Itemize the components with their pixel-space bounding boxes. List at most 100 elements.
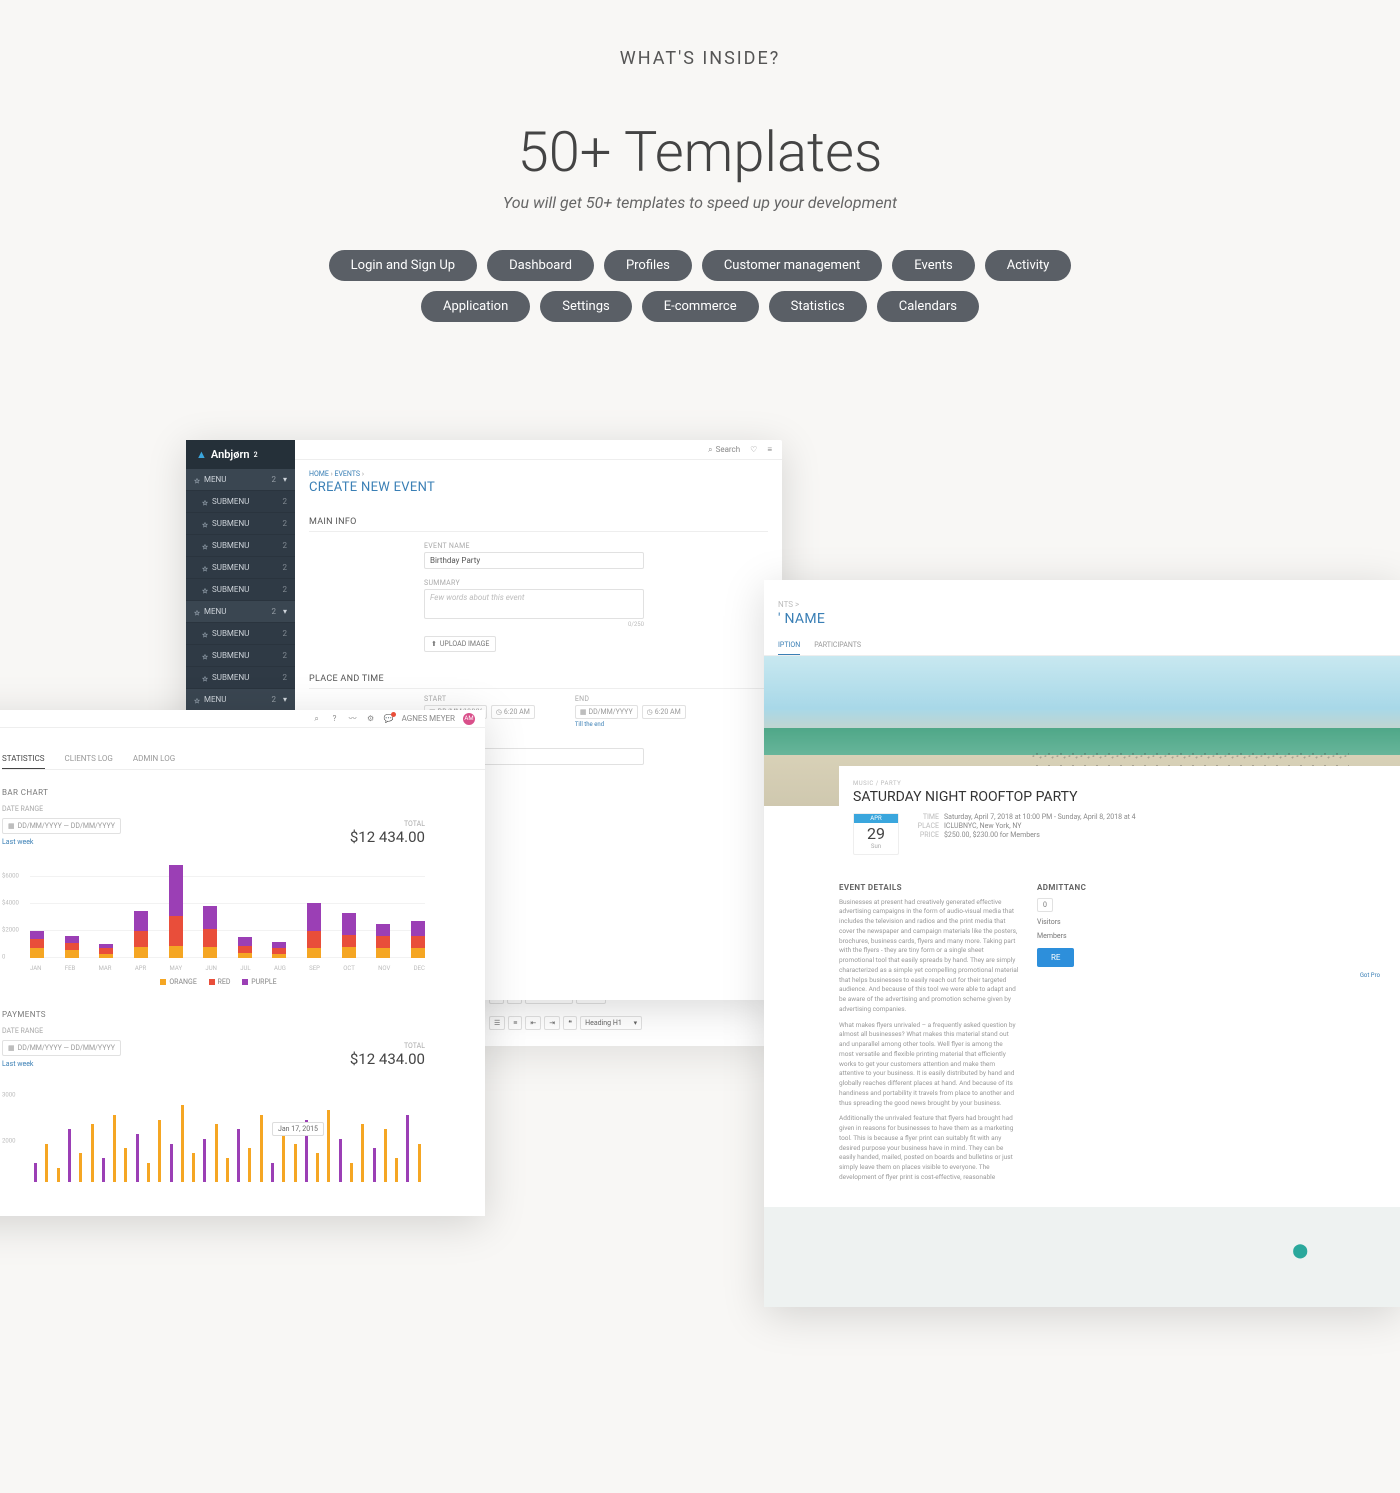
submenu-item[interactable]: SUBMENU2: [186, 645, 295, 667]
calendar-icon: ▦: [580, 708, 587, 716]
date-badge: APR 29 Sun: [853, 813, 899, 855]
tab-participants[interactable]: PARTICIPANTS: [814, 641, 861, 655]
start-time-input[interactable]: ◷6:20 AM: [491, 705, 535, 719]
tabs: STATISTICS CLIENTS LOG ADMIN LOG: [2, 728, 485, 770]
end-date-input[interactable]: ▦DD/MM/YYYY: [575, 705, 638, 719]
qty-stepper[interactable]: 0: [1037, 898, 1053, 912]
bar-chart-title: BAR CHART: [2, 788, 485, 797]
star-icon: [194, 477, 200, 483]
chat-icon[interactable]: 💬: [384, 714, 394, 724]
tab-admin-log[interactable]: ADMIN LOG: [133, 754, 175, 769]
crumb-home[interactable]: HOME: [309, 470, 329, 478]
star-icon: [202, 565, 208, 571]
search-input[interactable]: ⌕Search: [708, 445, 740, 455]
star-icon: [194, 697, 200, 703]
details-paragraph: Additionally the unrivaled feature that …: [839, 1114, 1019, 1182]
brand: ▲ Anbjørn2: [186, 440, 295, 469]
pill-ecommerce[interactable]: E-commerce: [642, 291, 759, 322]
clock-icon: ◷: [647, 708, 653, 716]
summary-label: SUMMARY: [424, 579, 768, 587]
logo-icon: ▲: [196, 448, 207, 461]
pill-profiles[interactable]: Profiles: [604, 250, 692, 281]
legend: ORANGE RED PURPLE: [2, 978, 485, 986]
pill-statistics[interactable]: Statistics: [769, 291, 867, 322]
star-icon: [202, 543, 208, 549]
submenu-item[interactable]: SUBMENU2: [186, 579, 295, 601]
clock-icon: ◷: [496, 708, 502, 716]
quote-icon[interactable]: ❝: [563, 1016, 577, 1030]
list-ul-icon[interactable]: ☰: [489, 1016, 505, 1030]
submenu-item[interactable]: SUBMENU2: [186, 491, 295, 513]
pill-activity[interactable]: Activity: [985, 250, 1072, 281]
outdent-icon[interactable]: ⇤: [525, 1016, 541, 1030]
pill-calendars[interactable]: Calendars: [877, 291, 979, 322]
payments-chart: 3000 2000 Jan 17, 2015: [2, 1086, 485, 1196]
bell-icon[interactable]: ♡: [750, 445, 757, 454]
register-button[interactable]: RE: [1037, 948, 1074, 967]
pill-login[interactable]: Login and Sign Up: [329, 250, 477, 281]
submenu-item[interactable]: SUBMENU2: [186, 557, 295, 579]
submenu-item[interactable]: SUBMENU2: [186, 513, 295, 535]
star-icon: [202, 521, 208, 527]
crumb-events[interactable]: EVENTS: [334, 470, 360, 478]
calendar-icon: ▦: [8, 1044, 15, 1052]
section-main-info: MAIN INFO: [309, 517, 768, 527]
legend-swatch-purple: [242, 979, 248, 985]
pill-dashboard[interactable]: Dashboard: [487, 250, 594, 281]
search-icon[interactable]: ⌕: [312, 714, 322, 724]
admittance-label: Visitors: [1037, 918, 1061, 926]
pill-application[interactable]: Application: [421, 291, 530, 322]
submenu-item[interactable]: SUBMENU2: [186, 667, 295, 689]
event-title: SATURDAY NIGHT ROOFTOP PARTY: [853, 789, 1386, 805]
activity-icon[interactable]: 〰: [348, 714, 358, 724]
menu-group[interactable]: MENU2▾: [186, 689, 295, 711]
help-icon[interactable]: ?: [330, 714, 340, 724]
map-pin-icon: ⬤: [1292, 1243, 1308, 1259]
chevron-down-icon: ▾: [283, 607, 287, 616]
calendar-icon: ▦: [8, 822, 15, 830]
pill-customer[interactable]: Customer management: [702, 250, 882, 281]
date-range-input[interactable]: ▦DD/MM/YYYY — DD/MM/YYYY: [2, 1040, 121, 1056]
star-icon: [202, 675, 208, 681]
mockup-statistics: ⌕ ? 〰 ⚙ 💬 AGNES MEYER AM STATISTICS CLIE…: [0, 710, 485, 1216]
legend-swatch-orange: [160, 979, 166, 985]
list-ol-icon[interactable]: ≡: [508, 1016, 522, 1030]
menu-group[interactable]: MENU2▾: [186, 469, 295, 491]
star-icon: [202, 653, 208, 659]
date-range-input[interactable]: ▦DD/MM/YYYY — DD/MM/YYYY: [2, 818, 121, 834]
gear-icon[interactable]: ⚙: [366, 714, 376, 724]
submenu-item[interactable]: SUBMENU2: [186, 623, 295, 645]
promo-link[interactable]: Got Pro: [1037, 972, 1400, 979]
tab-statistics[interactable]: STATISTICS: [2, 754, 45, 769]
map[interactable]: ⬤: [764, 1207, 1400, 1307]
menu-group[interactable]: MENU2▾: [186, 601, 295, 623]
till-end-link[interactable]: Till the end: [575, 721, 686, 728]
event-meta: TIMESaturday, April 7, 2018 at 10:00 PM …: [911, 813, 1136, 855]
tab-description[interactable]: IPTION: [778, 641, 800, 655]
upload-button[interactable]: ⬆UPLOAD IMAGE: [424, 636, 496, 652]
star-icon: [202, 587, 208, 593]
tab-clients-log[interactable]: CLIENTS LOG: [65, 754, 113, 769]
pill-row: Login and Sign Up Dashboard Profiles Cus…: [270, 250, 1130, 322]
admittance-label: Members: [1037, 932, 1067, 940]
details-paragraph: Businesses at present had creatively gen…: [839, 898, 1019, 1015]
submenu-item[interactable]: SUBMENU2: [186, 535, 295, 557]
menu-icon[interactable]: ≡: [767, 445, 772, 454]
upload-icon: ⬆: [431, 640, 437, 648]
pill-events[interactable]: Events: [892, 250, 974, 281]
admittance-heading: ADMITTANC: [1037, 883, 1400, 892]
summary-textarea[interactable]: Few words about this event: [424, 589, 644, 619]
subtitle: You will get 50+ templates to speed up y…: [0, 193, 1400, 212]
pill-settings[interactable]: Settings: [540, 291, 631, 322]
chevron-down-icon: ▾: [283, 475, 287, 484]
event-name-label: EVENT NAME: [424, 542, 768, 550]
search-icon: ⌕: [708, 445, 712, 455]
bar-chart: 0$2000$4000$6000JANFEBMARAPRMAYJUNJULAUG…: [2, 862, 485, 972]
admittance-row: 0: [1037, 898, 1400, 912]
avatar[interactable]: AM: [463, 713, 475, 725]
heading-select[interactable]: Heading H1▾: [580, 1016, 642, 1030]
indent-icon[interactable]: ⇥: [544, 1016, 560, 1030]
event-name-input[interactable]: Birthday Party: [424, 552, 644, 569]
details-heading: EVENT DETAILS: [839, 883, 1019, 892]
end-time-input[interactable]: ◷6:20 AM: [642, 705, 686, 719]
